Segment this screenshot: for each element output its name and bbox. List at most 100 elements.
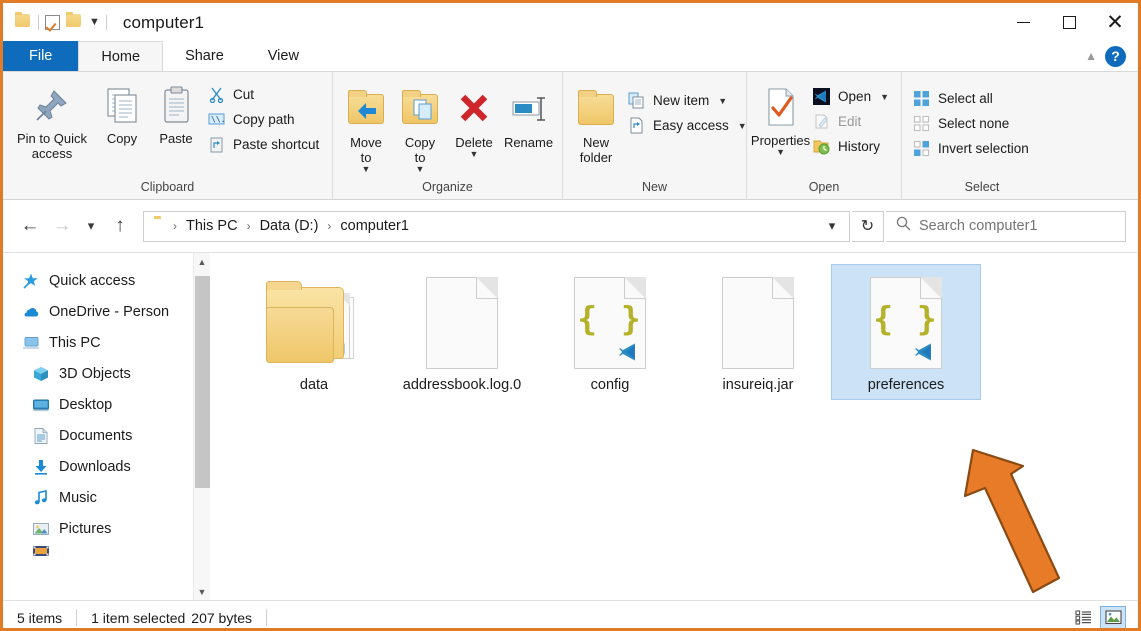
sidebar-item-onedrive[interactable]: OneDrive - Person <box>3 296 193 327</box>
new-item-icon <box>627 91 646 110</box>
sidebar-item-downloads[interactable]: Downloads <box>3 451 193 482</box>
sidebar-item-this-pc[interactable]: This PC <box>3 327 193 358</box>
window-controls: ✕ <box>1000 3 1138 42</box>
chevron-down-icon[interactable]: ▼ <box>416 165 425 174</box>
open-button[interactable]: Open ▼ <box>808 84 895 109</box>
up-button[interactable]: ↑ <box>105 211 135 241</box>
tab-share[interactable]: Share <box>163 41 246 71</box>
clipboard-small-buttons: Cut \\.. Copy path <box>203 78 325 157</box>
breadcrumb-item-this-pc[interactable]: This PC <box>179 215 245 237</box>
quick-access-toolbar: ▼ computer1 <box>3 3 204 42</box>
new-item-label: New item <box>653 93 710 108</box>
move-to-button[interactable]: Move to ▼ <box>339 82 393 175</box>
close-button[interactable]: ✕ <box>1092 3 1138 42</box>
cut-label: Cut <box>233 87 255 102</box>
sidebar-item-quick-access[interactable]: Quick access <box>3 265 193 296</box>
chevron-down-icon[interactable]: ▼ <box>718 96 727 106</box>
pin-to-quick-access-button[interactable]: Pin to Quick access <box>9 78 95 163</box>
copy-to-button[interactable]: Copy to ▼ <box>393 82 447 175</box>
sidebar-item-music[interactable]: Music <box>3 482 193 513</box>
chevron-down-icon[interactable]: ▼ <box>776 148 785 157</box>
chevron-down-icon[interactable]: ▼ <box>89 17 100 28</box>
sidebar-item-videos[interactable] <box>3 544 193 558</box>
back-button[interactable]: ← <box>15 211 45 241</box>
chevron-down-icon[interactable]: ▾ <box>819 212 845 241</box>
select-all-label: Select all <box>938 91 993 106</box>
status-divider-2 <box>266 609 268 626</box>
paste-shortcut-button[interactable]: Paste shortcut <box>203 132 325 157</box>
copy-button[interactable]: Copy <box>95 78 149 148</box>
minimize-button[interactable] <box>1000 3 1046 42</box>
invert-selection-button[interactable]: Invert selection <box>908 136 1035 161</box>
properties-check-icon[interactable] <box>45 15 60 30</box>
file-item-config[interactable]: { } config <box>536 265 684 399</box>
scroll-down-icon[interactable]: ▼ <box>194 583 211 600</box>
chevron-down-icon[interactable]: ▼ <box>362 165 371 174</box>
copy-label: Copy <box>106 131 138 146</box>
this-pc-icon <box>21 333 40 352</box>
select-all-button[interactable]: Select all <box>908 86 1035 111</box>
tab-file[interactable]: File <box>3 41 79 71</box>
breadcrumb-separator: › <box>246 219 251 233</box>
ribbon-group-select: Select all Select none Invert selection … <box>902 72 1062 200</box>
chevron-down-icon[interactable]: ▼ <box>738 121 747 131</box>
easy-access-button[interactable]: Easy access ▼ <box>623 113 753 138</box>
sidebar-item-3d-objects[interactable]: 3D Objects <box>3 358 193 389</box>
file-icon: { } <box>540 271 680 375</box>
delete-button[interactable]: Delete ▼ <box>447 82 501 160</box>
history-button[interactable]: History <box>808 134 895 159</box>
address-bar: ← → ▾ ↑ › This PC › Data (D:) › computer… <box>3 200 1138 253</box>
new-folder-qat-icon[interactable] <box>66 12 83 31</box>
tab-home[interactable]: Home <box>78 41 164 71</box>
scrollbar-track[interactable] <box>194 270 211 583</box>
forward-button[interactable]: → <box>47 211 77 241</box>
file-item-data[interactable]: { } data <box>240 265 388 399</box>
edit-button[interactable]: Edit <box>808 109 895 134</box>
chevron-up-icon[interactable]: ▲ <box>1085 49 1097 63</box>
file-grid: { } data <box>240 264 1138 400</box>
file-item-addressbook-log-0[interactable]: addressbook.log.0 <box>388 265 536 399</box>
file-item-insureiq-jar[interactable]: insureiq.jar <box>684 265 832 399</box>
window-title: computer1 <box>122 12 205 32</box>
rename-button[interactable]: Rename <box>501 82 556 152</box>
maximize-button[interactable] <box>1046 3 1092 42</box>
scrollbar-thumb[interactable] <box>194 276 210 488</box>
file-list-view[interactable]: { } data <box>210 253 1138 600</box>
rename-icon <box>509 86 549 132</box>
chevron-down-icon[interactable]: ▼ <box>470 150 479 159</box>
sidebar-item-pictures[interactable]: Pictures <box>3 513 193 544</box>
sidebar-item-desktop[interactable]: Desktop <box>3 389 193 420</box>
paste-button[interactable]: Paste <box>149 78 203 148</box>
select-none-button[interactable]: Select none <box>908 111 1035 136</box>
file-item-preferences[interactable]: { } preferences <box>831 264 981 400</box>
chevron-down-icon[interactable]: ▼ <box>880 92 889 102</box>
search-input[interactable] <box>919 218 1115 234</box>
folder-with-json-icon: { } <box>266 281 362 363</box>
ribbon-group-new: New folder New item ▼ Easy access ▼ New <box>563 72 747 200</box>
sidebar-item-documents[interactable]: Documents <box>3 420 193 451</box>
breadcrumb[interactable]: › This PC › Data (D:) › computer1 ▾ <box>143 210 850 242</box>
recent-locations-button[interactable]: ▾ <box>79 211 103 241</box>
breadcrumb-item-computer1[interactable]: computer1 <box>333 215 416 237</box>
details-view-button[interactable] <box>1070 606 1096 629</box>
help-icon[interactable]: ? <box>1105 45 1126 67</box>
large-icons-view-button[interactable] <box>1100 605 1126 628</box>
explorer-folder-icon[interactable] <box>15 12 32 31</box>
refresh-icon[interactable]: ↻ <box>852 210 884 242</box>
group-label-new: New <box>641 180 667 194</box>
scroll-up-icon[interactable]: ▲ <box>194 253 211 270</box>
cut-button[interactable]: Cut <box>203 82 325 107</box>
copy-path-button[interactable]: \\.. Copy path <box>203 107 325 132</box>
sidebar-label: Quick access <box>49 272 136 289</box>
search-box[interactable] <box>886 210 1126 242</box>
properties-label: Properties <box>750 133 811 148</box>
new-folder-button[interactable]: New folder <box>569 82 623 167</box>
videos-icon <box>31 544 50 558</box>
pictures-icon <box>31 519 50 538</box>
navigation-scrollbar[interactable]: ▲ ▼ <box>193 253 210 600</box>
new-item-button[interactable]: New item ▼ <box>623 88 753 113</box>
breadcrumb-item-data-d[interactable]: Data (D:) <box>253 215 326 237</box>
properties-button[interactable]: Properties ▼ <box>750 80 811 158</box>
tab-view[interactable]: View <box>246 41 321 71</box>
onedrive-cloud-icon <box>21 302 40 321</box>
